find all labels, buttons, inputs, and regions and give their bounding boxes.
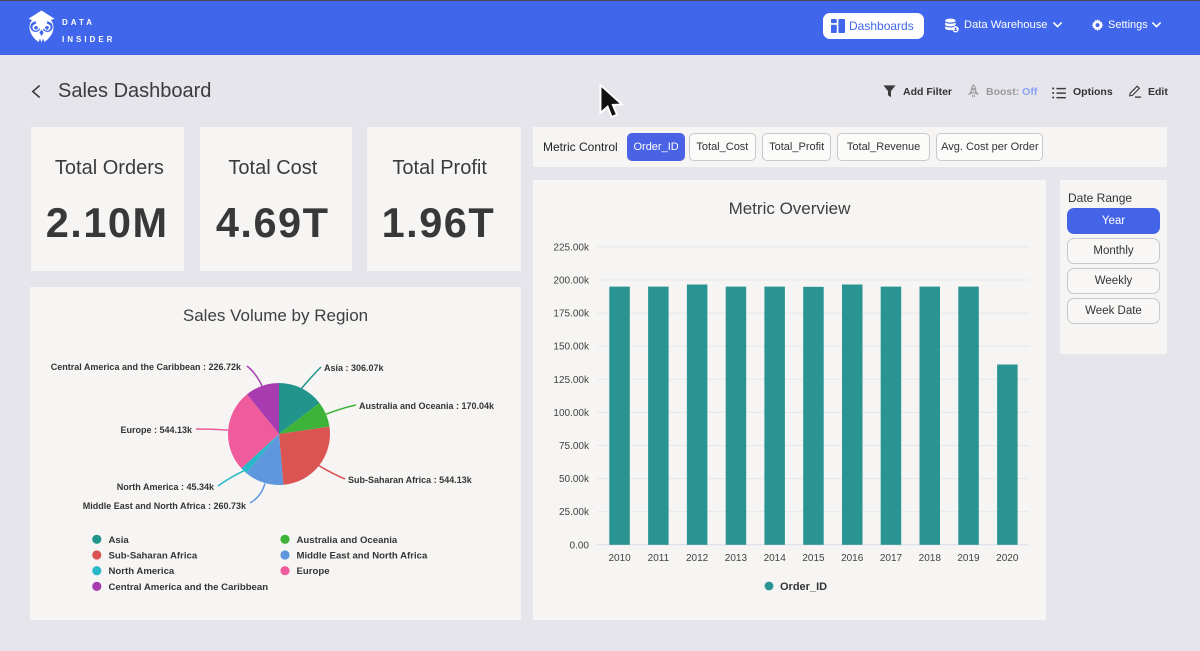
svg-text:100.00k: 100.00k <box>553 407 590 418</box>
svg-text:175.00k: 175.00k <box>553 308 590 319</box>
svg-text:Australia and Oceania : 170.04: Australia and Oceania : 170.04k <box>359 401 495 411</box>
svg-text:150.00k: 150.00k <box>553 341 590 352</box>
svg-text:75.00k: 75.00k <box>559 441 590 452</box>
svg-text:0.00: 0.00 <box>570 540 590 551</box>
svg-text:200.00k: 200.00k <box>553 275 590 286</box>
svg-text:25.00k: 25.00k <box>559 507 590 518</box>
svg-text:Metric Overview: Metric Overview <box>729 199 852 218</box>
svg-text:Order_ID: Order_ID <box>780 581 827 593</box>
svg-text:Middle East and North Africa: Middle East and North Africa <box>297 551 428 562</box>
svg-text:2017: 2017 <box>880 553 903 564</box>
svg-text:North America : 45.34k: North America : 45.34k <box>117 482 215 492</box>
svg-text:2012: 2012 <box>686 553 709 564</box>
svg-text:Central America and the Caribb: Central America and the Caribbean : 226.… <box>51 362 242 372</box>
svg-text:Sub-Saharan Africa : 544.13k: Sub-Saharan Africa : 544.13k <box>348 475 473 485</box>
svg-text:125.00k: 125.00k <box>553 374 590 385</box>
svg-text:North America: North America <box>109 566 175 577</box>
svg-text:Asia: Asia <box>109 535 130 546</box>
svg-text:2011: 2011 <box>648 553 670 564</box>
svg-text:Central America and the Caribb: Central America and the Caribbean <box>109 582 269 593</box>
svg-text:Middle East and North Africa :: Middle East and North Africa : 260.73k <box>83 501 247 511</box>
svg-text:Sales Volume by Region: Sales Volume by Region <box>183 306 368 325</box>
svg-text:2013: 2013 <box>725 553 748 564</box>
svg-text:2020: 2020 <box>996 553 1019 564</box>
svg-text:50.00k: 50.00k <box>559 474 590 485</box>
svg-text:Sub-Saharan Africa: Sub-Saharan Africa <box>109 551 198 562</box>
svg-text:225.00k: 225.00k <box>553 242 590 253</box>
svg-text:Asia : 306.07k: Asia : 306.07k <box>324 363 385 373</box>
svg-text:Australia and Oceania: Australia and Oceania <box>297 535 398 546</box>
svg-text:2016: 2016 <box>841 553 864 564</box>
svg-text:Europe : 544.13k: Europe : 544.13k <box>120 425 193 435</box>
svg-text:2019: 2019 <box>957 553 980 564</box>
svg-text:2014: 2014 <box>764 553 787 564</box>
svg-text:2010: 2010 <box>608 553 631 564</box>
svg-text:2015: 2015 <box>802 553 825 564</box>
svg-text:Europe: Europe <box>297 566 330 577</box>
svg-text:2018: 2018 <box>919 553 942 564</box>
